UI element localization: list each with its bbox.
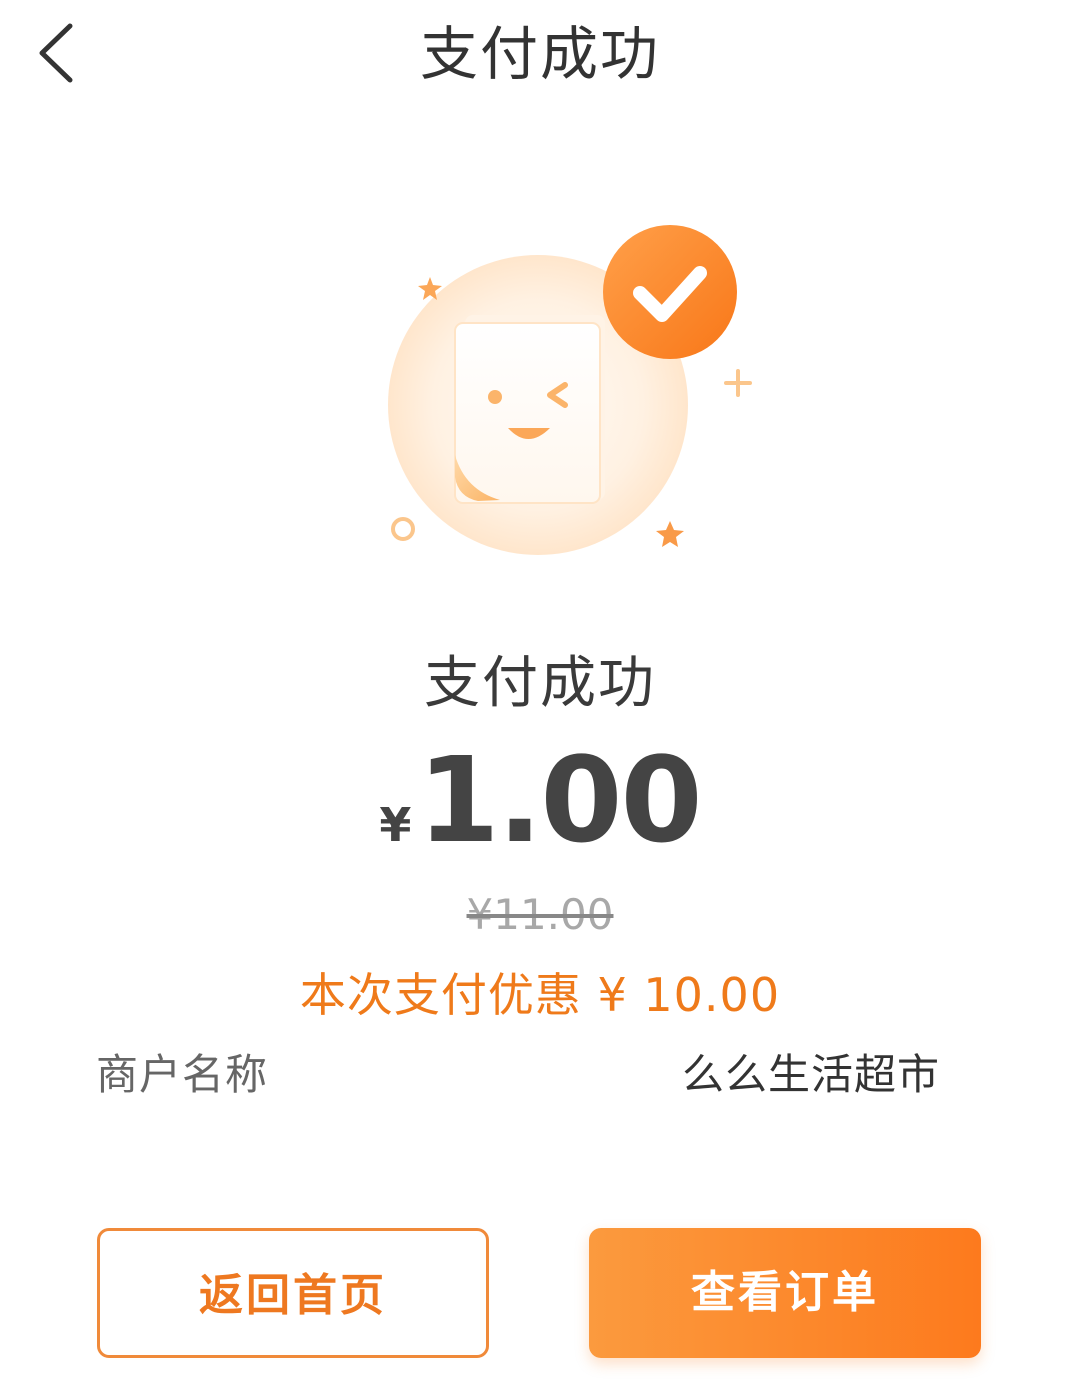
receipt-illustration xyxy=(388,225,752,555)
view-order-button[interactable]: 查看订单 xyxy=(589,1228,981,1358)
return-home-button[interactable]: 返回首页 xyxy=(97,1228,489,1358)
merchant-name: 么么生活超市 xyxy=(681,1050,940,1099)
success-illustration xyxy=(370,215,760,565)
original-price: ¥11.00 xyxy=(466,890,614,939)
payment-success-page: 支付成功 支付成功 ¥1.00 ¥11.00 本次支付优惠 ¥ 10.00 商户… xyxy=(0,0,1080,1386)
page-title: 支付成功 xyxy=(419,20,660,88)
payment-status-text: 支付成功 xyxy=(424,651,656,716)
navigation-bar: 支付成功 xyxy=(0,0,1080,110)
currency-symbol: ¥ xyxy=(379,798,412,852)
discount-text: 本次支付优惠 ¥ 10.00 xyxy=(299,968,781,1022)
amount-value: 1.00 xyxy=(417,731,702,869)
merchant-label: 商户名称 xyxy=(96,1050,269,1099)
payment-amount: ¥1.00 xyxy=(0,735,1080,865)
merchant-row: 商户名称 么么生活超市 xyxy=(96,1045,940,1105)
